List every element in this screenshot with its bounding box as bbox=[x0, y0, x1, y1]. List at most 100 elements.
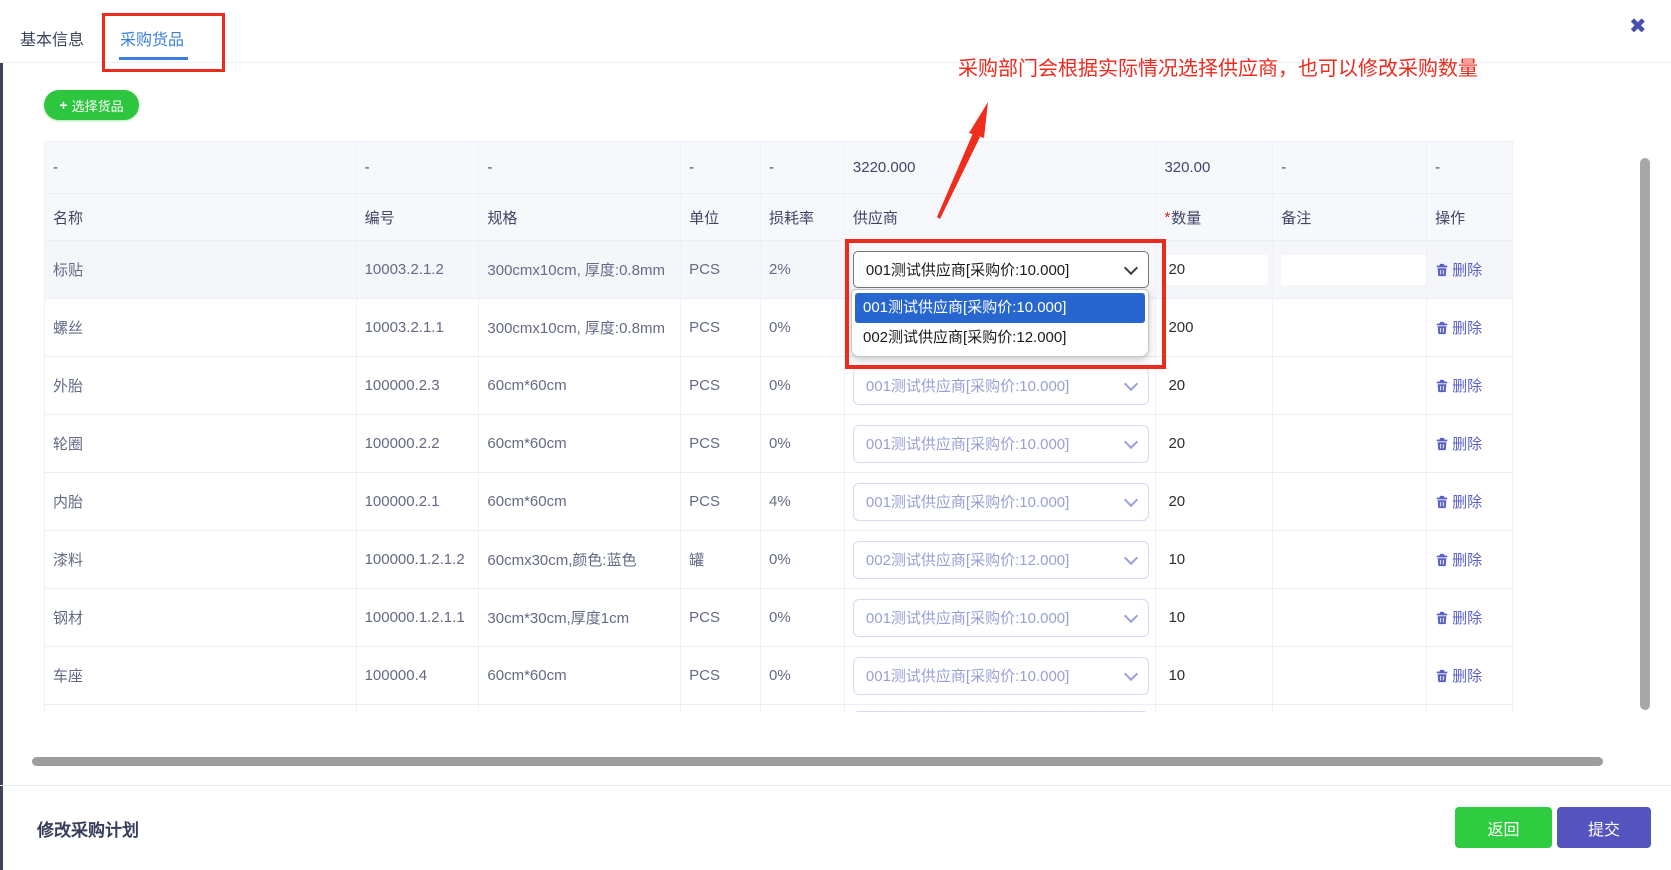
item-loss-rate-cell: 0% bbox=[761, 589, 845, 646]
supplier-select[interactable]: 001测试供应商[采购价:10.000] bbox=[853, 483, 1149, 521]
empty-cell bbox=[45, 705, 357, 712]
empty-cell bbox=[761, 705, 845, 712]
quantity-input[interactable] bbox=[1164, 429, 1268, 459]
select-goods-button[interactable]: + 选择货品 bbox=[44, 90, 139, 120]
column-header: 规格 bbox=[479, 194, 681, 240]
item-unit-cell: PCS bbox=[681, 589, 761, 646]
submit-button[interactable]: 提交 bbox=[1557, 807, 1651, 848]
item-code-cell: 100000.2.3 bbox=[357, 357, 480, 414]
item-name-cell: 外胎 bbox=[45, 357, 357, 414]
supplier-select-value: 001测试供应商[采购价:10.000] bbox=[866, 375, 1069, 396]
supplier-select[interactable]: 002测试供应商[采购价:12.000] bbox=[853, 541, 1149, 579]
item-spec-cell: 60cm*60cm bbox=[479, 473, 681, 530]
item-loss-rate-cell: 0% bbox=[761, 357, 845, 414]
summary-cell: - bbox=[45, 142, 357, 193]
quantity-input[interactable] bbox=[1164, 661, 1268, 691]
remark-input[interactable] bbox=[1281, 429, 1427, 459]
dropdown-option-2[interactable]: 002测试供应商[采购价:12.000] bbox=[855, 323, 1145, 353]
supplier-select[interactable]: 001测试供应商[采购价:10.000] bbox=[853, 599, 1149, 637]
delete-button[interactable]: 删除 bbox=[1435, 317, 1482, 338]
empty-cell bbox=[845, 705, 1157, 712]
delete-label: 删除 bbox=[1452, 491, 1482, 512]
quantity-input[interactable] bbox=[1164, 371, 1268, 401]
remark-input[interactable] bbox=[1281, 603, 1427, 633]
supplier-select-value: 001测试供应商[采购价:10.000] bbox=[866, 433, 1069, 454]
delete-button[interactable]: 删除 bbox=[1435, 375, 1482, 396]
item-spec-cell: 60cmx30cm,颜色:蓝色 bbox=[479, 531, 681, 588]
delete-label: 删除 bbox=[1452, 375, 1482, 396]
delete-button[interactable]: 删除 bbox=[1435, 607, 1482, 628]
required-asterisk: * bbox=[1164, 209, 1170, 226]
remark-input[interactable] bbox=[1281, 255, 1427, 285]
vertical-scrollbar[interactable] bbox=[1640, 158, 1650, 710]
delete-button[interactable]: 删除 bbox=[1435, 491, 1482, 512]
dropdown-option-1[interactable]: 001测试供应商[采购价:10.000] bbox=[855, 293, 1145, 323]
remark-cell bbox=[1273, 647, 1427, 704]
supplier-select[interactable]: 001测试供应商[采购价:10.000] bbox=[853, 367, 1149, 405]
supplier-cell: 001测试供应商[采购价:10.000] bbox=[845, 647, 1157, 704]
supplier-select[interactable]: 001测试供应商[采购价:10.000] bbox=[853, 425, 1149, 463]
remark-input[interactable] bbox=[1281, 371, 1427, 401]
remark-input[interactable] bbox=[1281, 661, 1427, 691]
delete-button[interactable]: 删除 bbox=[1435, 433, 1482, 454]
trash-icon bbox=[1435, 495, 1449, 509]
supplier-select[interactable]: 001测试供应商[采购价:10.000] bbox=[853, 251, 1149, 288]
delete-button[interactable]: 删除 bbox=[1435, 549, 1482, 570]
delete-button[interactable]: 删除 bbox=[1435, 259, 1482, 280]
close-icon[interactable]: ✖ bbox=[1629, 16, 1647, 37]
item-loss-rate-cell: 0% bbox=[761, 647, 845, 704]
horizontal-scrollbar[interactable] bbox=[32, 757, 1603, 766]
item-name-cell: 车座 bbox=[45, 647, 357, 704]
quantity-input[interactable] bbox=[1164, 603, 1268, 633]
quantity-input[interactable] bbox=[1164, 545, 1268, 575]
summary-cell: - bbox=[761, 142, 845, 193]
item-spec-cell: 60cm*60cm bbox=[479, 415, 681, 472]
supplier-select[interactable]: 001测试供应商[采购价:10.000] bbox=[853, 657, 1149, 695]
chevron-down-icon bbox=[1124, 376, 1138, 390]
supplier-select[interactable] bbox=[853, 711, 1149, 712]
remark-input[interactable] bbox=[1281, 545, 1427, 575]
table-row: 钢材100000.1.2.1.130cm*30cm,厚度1cmPCS0%001测… bbox=[45, 589, 1512, 647]
item-code-cell: 100000.2.2 bbox=[357, 415, 480, 472]
delete-button[interactable]: 删除 bbox=[1435, 665, 1482, 686]
quantity-input[interactable] bbox=[1164, 313, 1268, 343]
chevron-down-icon bbox=[1124, 260, 1138, 274]
summary-cell: - bbox=[1273, 142, 1427, 193]
item-name-cell: 漆料 bbox=[45, 531, 357, 588]
supplier-cell: 002测试供应商[采购价:12.000] bbox=[845, 531, 1157, 588]
item-unit-cell: 罐 bbox=[681, 531, 761, 588]
operation-cell: 删除 bbox=[1427, 241, 1512, 298]
chevron-down-icon bbox=[1124, 608, 1138, 622]
table-row-partial bbox=[45, 705, 1512, 712]
remark-cell bbox=[1273, 415, 1427, 472]
supplier-select-value: 001测试供应商[采购价:10.000] bbox=[866, 665, 1069, 686]
back-button[interactable]: 返回 bbox=[1455, 807, 1552, 848]
tab-purchase-goods[interactable]: 采购货品 bbox=[120, 26, 184, 50]
remark-input[interactable] bbox=[1281, 487, 1427, 517]
column-header: 备注 bbox=[1273, 194, 1427, 240]
tab-basic-info[interactable]: 基本信息 bbox=[20, 26, 84, 50]
trash-icon bbox=[1435, 321, 1449, 335]
empty-cell bbox=[1427, 705, 1512, 712]
item-loss-rate-cell: 0% bbox=[761, 415, 845, 472]
item-name-cell: 钢材 bbox=[45, 589, 357, 646]
column-header: 单位 bbox=[681, 194, 761, 240]
remark-input[interactable] bbox=[1281, 313, 1427, 343]
item-unit-cell: PCS bbox=[681, 357, 761, 414]
item-spec-cell: 60cm*60cm bbox=[479, 647, 681, 704]
trash-icon bbox=[1435, 379, 1449, 393]
trash-icon bbox=[1435, 263, 1449, 277]
trash-icon bbox=[1435, 669, 1449, 683]
item-spec-cell: 300cmx10cm, 厚度:0.8mm bbox=[479, 299, 681, 356]
page-edge-strip bbox=[0, 0, 3, 870]
table-row: 螺丝10003.2.1.1300cmx10cm, 厚度:0.8mmPCS0%00… bbox=[45, 299, 1512, 357]
quantity-cell bbox=[1156, 531, 1273, 588]
select-goods-label: 选择货品 bbox=[72, 96, 124, 115]
item-name-cell: 内胎 bbox=[45, 473, 357, 530]
item-name-cell: 螺丝 bbox=[45, 299, 357, 356]
quantity-input[interactable] bbox=[1164, 487, 1268, 517]
item-unit-cell: PCS bbox=[681, 473, 761, 530]
quantity-input[interactable] bbox=[1164, 255, 1268, 285]
column-header: 编号 bbox=[357, 194, 480, 240]
remark-cell bbox=[1273, 299, 1427, 356]
